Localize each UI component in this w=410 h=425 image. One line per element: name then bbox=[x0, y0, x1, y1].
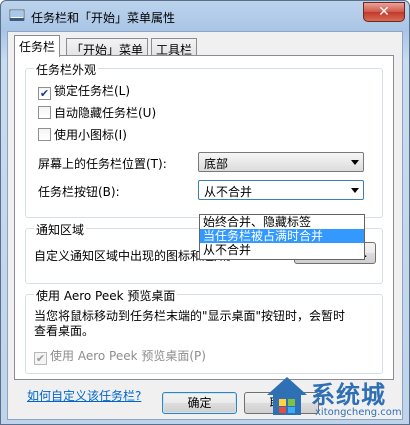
group-peek: 使用 Aero Peek 预览桌面 当您将鼠标移动到任务栏末端的"显示桌面"按钮… bbox=[25, 287, 383, 374]
watermark-text: 系统城 bbox=[311, 381, 386, 409]
peek-checkbox[interactable]: ✔ bbox=[34, 352, 47, 365]
group-peek-title: 使用 Aero Peek 预览桌面 bbox=[34, 287, 178, 304]
tab-start-menu[interactable]: 「开始」菜单 bbox=[66, 38, 149, 57]
buttons-select[interactable]: 从不合并 bbox=[198, 180, 364, 200]
watermark-house-icon bbox=[267, 377, 307, 415]
lock-taskbar-checkbox[interactable]: ✔ bbox=[38, 87, 51, 100]
buttons-dropdown-list: 始终合并、隐藏标签 当任务栏被占满时合并 从不合并 bbox=[199, 214, 365, 260]
location-label: 屏幕上的任务栏位置(T): bbox=[38, 157, 167, 171]
help-link[interactable]: 如何自定义该任务栏? bbox=[27, 387, 141, 404]
small-icons-checkbox[interactable] bbox=[38, 128, 51, 141]
autohide-checkbox[interactable] bbox=[38, 106, 51, 119]
tab-taskbar[interactable]: 任务栏 bbox=[14, 35, 61, 57]
dialog-window: 任务栏和「开始」菜单属性 ✕ 任务栏 「开始」菜单 工具栏 任务栏外观 ✔ 锁定任… bbox=[0, 0, 410, 425]
chevron-down-icon bbox=[351, 188, 359, 193]
group-appearance-title: 任务栏外观 bbox=[34, 61, 99, 78]
tab-toolbars[interactable]: 工具栏 bbox=[151, 38, 198, 57]
watermark-logo: 系统城 xitongcheng.com bbox=[259, 371, 409, 425]
dialog-client: 任务栏 「开始」菜单 工具栏 任务栏外观 ✔ 锁定任务栏(L) 自动隐藏任务栏(U… bbox=[7, 31, 403, 420]
title-bar[interactable]: 任务栏和「开始」菜单属性 ✕ bbox=[1, 1, 409, 31]
taskbar-properties-icon bbox=[9, 9, 25, 21]
peek-text-line2: 查看桌面。 bbox=[34, 324, 95, 338]
group-appearance: 任务栏外观 ✔ 锁定任务栏(L) 自动隐藏任务栏(U) 使用小图标(I) 屏幕上的… bbox=[25, 61, 383, 218]
dropdown-option[interactable]: 始终合并、隐藏标签 bbox=[200, 215, 364, 229]
buttons-label: 任务栏按钮(B): bbox=[38, 185, 120, 199]
small-icons-label: 使用小图标(I) bbox=[54, 128, 127, 142]
lock-taskbar-label: 锁定任务栏(L) bbox=[54, 84, 131, 98]
window-title: 任务栏和「开始」菜单属性 bbox=[31, 11, 176, 25]
chevron-down-icon bbox=[351, 160, 359, 165]
location-select-value: 底部 bbox=[204, 157, 229, 171]
tab-panel-taskbar: 任务栏外观 ✔ 锁定任务栏(L) 自动隐藏任务栏(U) 使用小图标(I) 屏幕上的… bbox=[14, 55, 394, 403]
peek-row[interactable]: ✔ 使用 Aero Peek 预览桌面(P) bbox=[34, 347, 206, 365]
location-select[interactable]: 底部 bbox=[198, 152, 364, 172]
buttons-select-value: 从不合并 bbox=[204, 185, 253, 199]
lock-taskbar-row[interactable]: ✔ 锁定任务栏(L) bbox=[38, 82, 131, 100]
dropdown-option-highlighted[interactable]: 当任务栏被占满时合并 bbox=[200, 229, 364, 243]
watermark-url: xitongcheng.com bbox=[315, 407, 402, 418]
group-notify-title: 通知区域 bbox=[34, 221, 87, 238]
small-icons-row[interactable]: 使用小图标(I) bbox=[38, 126, 127, 142]
peek-label: 使用 Aero Peek 预览桌面(P) bbox=[50, 349, 206, 363]
ok-button[interactable]: 确定 bbox=[162, 392, 237, 414]
autohide-label: 自动隐藏任务栏(U) bbox=[54, 106, 157, 120]
dropdown-option[interactable]: 从不合并 bbox=[200, 243, 364, 257]
close-button[interactable]: ✕ bbox=[363, 2, 405, 22]
autohide-row[interactable]: 自动隐藏任务栏(U) bbox=[38, 104, 156, 120]
